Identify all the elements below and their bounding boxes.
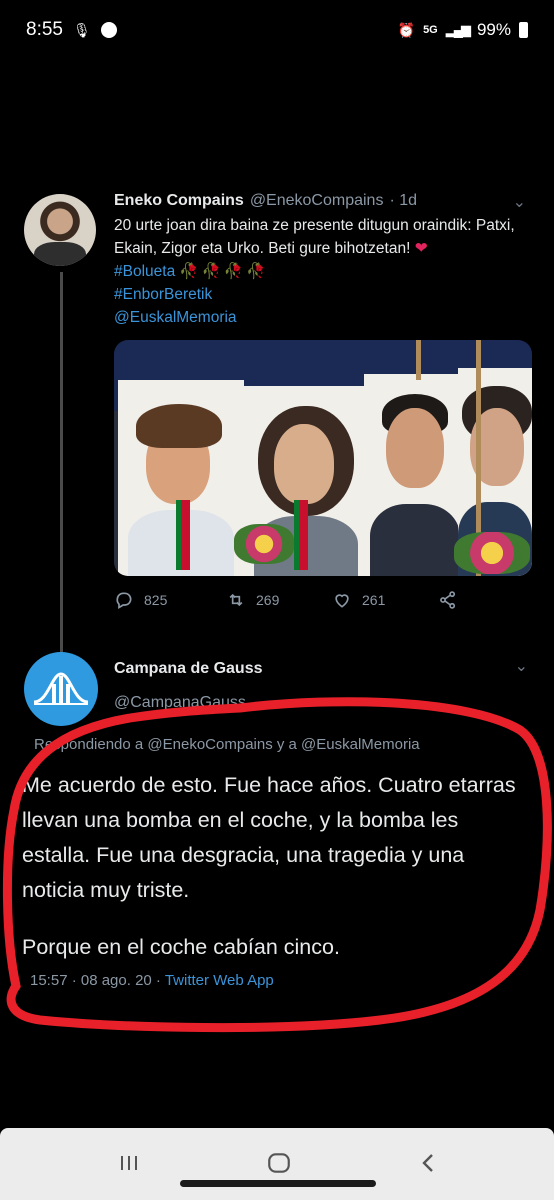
system-nav-bar: [0, 1128, 554, 1200]
status-bar: 8:55 🎙 ⏰ 5G ▂▄▆ 99%: [0, 0, 554, 60]
like-button[interactable]: 261: [332, 590, 438, 610]
tweet-text-body: 20 urte joan dira baina ze presente ditu…: [114, 217, 515, 257]
retweet-count: 269: [256, 592, 280, 608]
home-icon: [268, 1153, 290, 1173]
tweet-time[interactable]: · 1d: [389, 192, 417, 210]
mic-icon: 🎙: [72, 21, 91, 38]
rose-emoji-icon: 🥀🥀🥀🥀: [179, 263, 269, 280]
avatar[interactable]: [24, 194, 96, 266]
chevron-down-icon[interactable]: ⌄: [513, 192, 526, 212]
portrait-3: [364, 374, 466, 576]
chevron-down-icon[interactable]: ⌄: [515, 656, 528, 676]
signal-icon: ▂▄▆: [445, 22, 471, 37]
retweet-button[interactable]: 269: [226, 590, 332, 610]
battery-label: 99%: [476, 20, 511, 39]
gesture-pill[interactable]: [180, 1180, 376, 1187]
reply-icon: [116, 592, 132, 609]
home-button[interactable]: [264, 1148, 294, 1178]
status-time: 8:55: [26, 19, 63, 40]
tweet-actions: 825 269 261: [114, 590, 494, 610]
thread-line: [60, 272, 63, 656]
like-icon: [335, 594, 349, 608]
tweet-author-handle[interactable]: @EnekoCompains: [250, 192, 384, 210]
back-icon: [422, 1154, 433, 1172]
heart-emoji-icon: ❤: [414, 240, 428, 257]
tweet-text: 20 urte joan dira baina ze presente ditu…: [114, 214, 534, 329]
mention-euskalmemoria[interactable]: @EuskalMemoria: [114, 309, 237, 326]
reply-button[interactable]: 825: [114, 590, 226, 610]
tweet-original[interactable]: Eneko Compains @EnekoCompains · 1d ⌄ 20 …: [0, 180, 554, 656]
network-label: 5G: [423, 24, 438, 36]
retweet-icon: [229, 593, 243, 607]
tweet-author-name[interactable]: Campana de Gauss: [114, 660, 263, 678]
hashtag-enborberetik[interactable]: #EnborBeretik: [114, 286, 212, 303]
alarm-icon: ⏰: [397, 21, 416, 38]
share-button[interactable]: [438, 590, 458, 610]
red-annotation-circle: [2, 697, 552, 1033]
tweet-author-name[interactable]: Eneko Compains: [114, 192, 244, 210]
recents-icon: [121, 1156, 137, 1170]
hashtag-bolueta[interactable]: #Bolueta: [114, 263, 175, 280]
recents-button[interactable]: [114, 1148, 144, 1178]
share-icon: [440, 591, 456, 609]
reply-count: 825: [144, 592, 168, 608]
whatsapp-icon: [100, 22, 117, 38]
battery-icon: [519, 22, 528, 38]
like-count: 261: [362, 592, 386, 608]
back-button[interactable]: [414, 1148, 444, 1178]
tweet-photo[interactable]: [114, 340, 532, 576]
